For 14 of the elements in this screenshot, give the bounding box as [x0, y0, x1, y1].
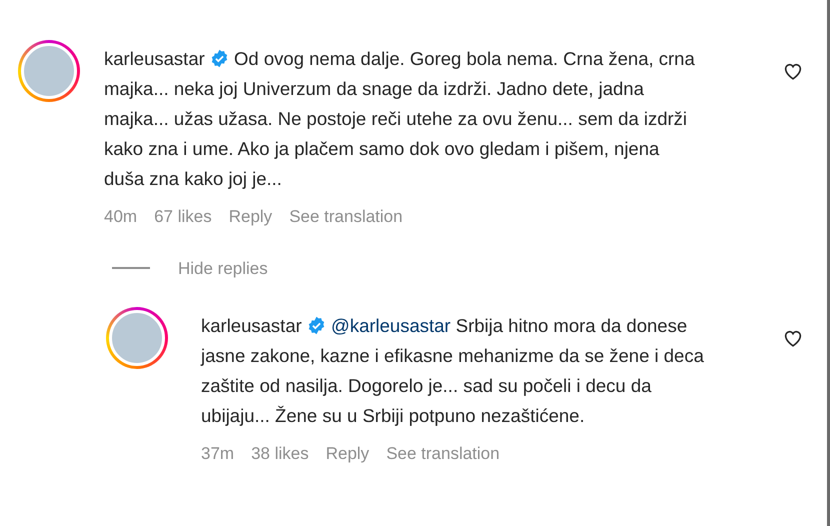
see-translation-button[interactable]: See translation [289, 204, 403, 230]
timestamp: 40m [104, 206, 138, 228]
likes-count[interactable]: 67 likes [154, 204, 212, 230]
mention-link[interactable]: @karleusastar [331, 315, 451, 336]
timestamp: 37m [201, 443, 234, 465]
reply-button[interactable]: Reply [228, 204, 272, 230]
comment-text: karleusastar @karleusastar Srbija hitno mora da donese jasne zakone, kazne i efikasne mehanizme da se žene i deca zaštite od nasilja. Dogorelo je... sad su počeli i decu da ubijaju... Žene su u Srbiji potpuno nezaštićene. [201, 314, 705, 428]
likes-count[interactable]: 38 likes [251, 441, 309, 466]
username-link[interactable]: karleusastar [104, 48, 205, 69]
reply-button[interactable]: Reply [326, 441, 370, 466]
see-translation-button[interactable]: See translation [386, 441, 500, 466]
comment-text: karleusastar Od ovog nema dalje. Goreg bola nema. Crna žena, crna majka... neka joj Univerzum da snage da izdrži. Jadno dete, jadna majka... užas užasa. Ne postoje reči utehe za ovu ženu... sem da izdrži kako zna i ume. Ako ja plačem samo dok ovo gledam i pišem, njena duša zna kako joj je... [104, 47, 696, 191]
hide-replies-button[interactable]: Hide replies [178, 256, 268, 281]
username-link[interactable]: karleusastar [201, 315, 302, 336]
